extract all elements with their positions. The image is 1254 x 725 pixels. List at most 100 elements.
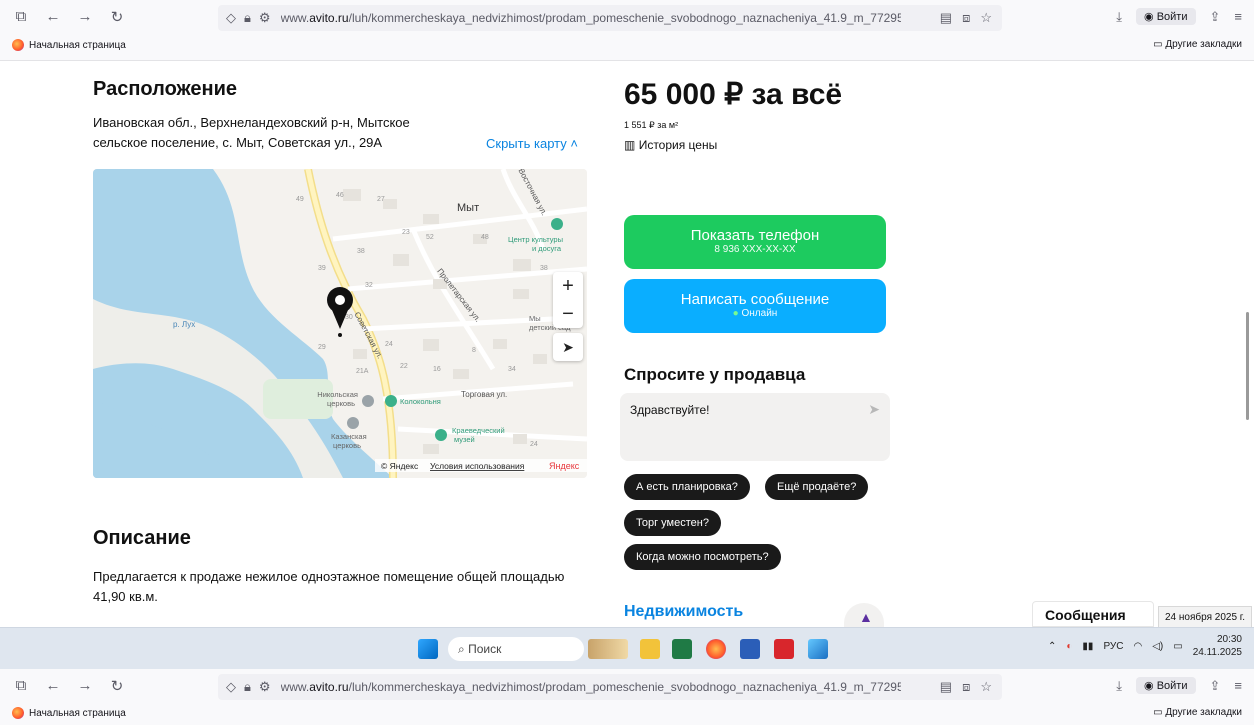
lock-icon[interactable]: 🔒︎ — [244, 679, 251, 695]
tabs-icon[interactable]: ⧉ — [12, 677, 30, 695]
yandex-logo[interactable]: Яндекс — [549, 461, 580, 471]
chevron-up-icon[interactable]: ⌃ — [1048, 641, 1056, 652]
start-icon[interactable] — [418, 639, 438, 659]
tabs-icon[interactable]: ⧉ — [12, 8, 30, 26]
hide-map-link[interactable]: Скрыть карту ˄ — [486, 136, 578, 151]
star-icon[interactable]: ☆ — [980, 10, 992, 26]
message-textarea[interactable]: Здравствуйте! ➤ — [620, 393, 890, 461]
chip-still-selling[interactable]: Ещё продаёте? — [765, 474, 869, 500]
chip-bargain[interactable]: Торг уместен? — [624, 510, 721, 536]
messenger-tab[interactable]: Сообщения — [1032, 601, 1154, 627]
write-message-button[interactable]: Написать сообщение ● Онлайн — [624, 279, 886, 333]
price-history-link[interactable]: ▥ История цены — [624, 138, 717, 152]
lock-icon[interactable]: 🔒︎ — [244, 10, 251, 26]
map-canvas[interactable]: Советская ул. Пролетарская ул. Восточная… — [93, 169, 587, 478]
zoom-in-button[interactable]: + — [553, 272, 583, 300]
poi-bell-label: Колокольня — [400, 397, 441, 406]
explorer-icon[interactable] — [640, 639, 660, 659]
poi-kindergarten-label[interactable]: Мы — [529, 314, 541, 323]
acrobat-icon[interactable] — [774, 639, 794, 659]
signin-button[interactable]: ◉ Войти — [1136, 8, 1196, 25]
house-number: 52 — [426, 234, 434, 241]
forward-icon[interactable]: → — [76, 677, 94, 695]
bookmark-other[interactable]: ▭ Другие закладки — [1153, 39, 1242, 50]
tray-bars-icon[interactable]: ▮▮ — [1082, 641, 1093, 652]
send-icon[interactable]: ➤ — [868, 401, 880, 418]
poi-church2-icon[interactable] — [347, 417, 359, 429]
volume-icon[interactable]: ◁) — [1152, 641, 1163, 652]
url-text[interactable]: www.avito.ru/luh/kommercheskaya_nedvizhi… — [281, 11, 901, 25]
show-phone-button[interactable]: Показать телефон 8 936 XXX-XX-XX — [624, 215, 886, 269]
share-icon[interactable]: ⇪ — [1210, 9, 1221, 25]
app-tray-icon[interactable]: ◐ — [1066, 641, 1072, 652]
house-number: 27 — [377, 196, 385, 203]
widget-icon[interactable] — [588, 639, 628, 659]
reload-icon[interactable]: ↻ — [108, 677, 126, 695]
photos-icon[interactable] — [808, 639, 828, 659]
related-link[interactable]: Недвижимость — [624, 603, 743, 621]
language-indicator[interactable]: РУС — [1103, 641, 1123, 652]
house-number: 30 — [345, 314, 353, 321]
poi-museum-label: Краеведческий — [452, 426, 505, 435]
phone-masked: 8 936 XXX-XX-XX — [714, 244, 796, 255]
page-scrollbar[interactable] — [1246, 312, 1249, 420]
bookmark-home[interactable]: Начальная страница — [12, 39, 126, 51]
wifi-icon[interactable]: ◠ — [1133, 641, 1142, 652]
map-terms-link[interactable]: Условия использования — [430, 461, 525, 471]
zoom-control: + − — [553, 272, 583, 328]
chip-when-view[interactable]: Когда можно посмотреть? — [624, 544, 781, 570]
excel-icon[interactable] — [672, 639, 692, 659]
word-icon[interactable] — [740, 639, 760, 659]
signin-button[interactable]: ◉ Войти — [1136, 677, 1196, 694]
back-icon[interactable]: ← — [44, 677, 62, 695]
browser-toolbar: ⧉ ← → ↻ ◇ 🔒︎ ⚙ www.avito.ru/luh/kommerch… — [0, 0, 1254, 61]
taskbar-search[interactable]: ⌕ Поиск — [448, 637, 584, 661]
taskbar: ⌕ Поиск ⌃ ◐ ▮▮ РУС ◠ ◁) ▭ 20:30 24.11.20… — [0, 627, 1254, 670]
house-number: 38 — [357, 248, 365, 255]
address-bar-2[interactable]: ◇ 🔒︎ ⚙ www.avito.ru/luh/kommercheskaya_n… — [218, 674, 1002, 700]
download-icon[interactable]: ⤓ — [1116, 9, 1122, 25]
forward-icon[interactable]: → — [76, 8, 94, 26]
address-bar[interactable]: ◇ 🔒︎ ⚙ www.avito.ru/luh/kommercheskaya_n… — [218, 5, 1002, 31]
bookmark-home[interactable]: Начальная страница — [12, 707, 126, 719]
download-icon[interactable]: ⤓ — [1116, 678, 1122, 694]
price-per-m2: 1 551 ₽ за м² — [624, 120, 679, 130]
url-text[interactable]: www.avito.ru/luh/kommercheskaya_nedvizhi… — [281, 680, 901, 694]
star-icon[interactable]: ☆ — [980, 679, 992, 695]
write-message-label: Написать сообщение — [680, 291, 830, 308]
geolocate-button[interactable]: ➤ — [553, 333, 583, 361]
poi-church1-icon[interactable] — [362, 395, 374, 407]
reader-icon[interactable]: ▤ — [940, 679, 952, 695]
house-number: 23 — [402, 229, 410, 236]
house-number: 34 — [508, 366, 516, 373]
river-label: р. Лух — [173, 320, 195, 329]
battery-icon[interactable]: ▭ — [1173, 641, 1182, 652]
pip-icon[interactable]: ⧈ — [962, 679, 970, 695]
search-icon: ⌕ — [458, 642, 465, 656]
poi-bell-icon[interactable] — [385, 395, 397, 407]
menu-icon[interactable]: ≡ — [1234, 678, 1242, 693]
shield-icon[interactable]: ◇ — [226, 679, 236, 695]
shield-icon[interactable]: ◇ — [226, 10, 236, 26]
reader-icon[interactable]: ▤ — [940, 10, 952, 26]
poi-culture-label[interactable]: Центр культуры — [508, 235, 563, 244]
share-icon[interactable]: ⇪ — [1210, 678, 1221, 694]
poi-culture-icon[interactable] — [551, 218, 563, 230]
scroll-top-button[interactable]: ▲ — [844, 603, 884, 627]
poi-museum-icon[interactable] — [435, 429, 447, 441]
pip-icon[interactable]: ⧈ — [962, 10, 970, 26]
bookmark-other[interactable]: ▭ Другие закладки — [1153, 707, 1242, 718]
zoom-out-button[interactable]: − — [553, 300, 583, 328]
town-label: Мыт — [457, 202, 479, 214]
address-line-1: Ивановская обл., Верхнеландеховский р-н,… — [93, 115, 410, 130]
back-icon[interactable]: ← — [44, 8, 62, 26]
reload-icon[interactable]: ↻ — [108, 8, 126, 26]
permissions-icon[interactable]: ⚙ — [259, 10, 271, 26]
map[interactable]: Советская ул. Пролетарская ул. Восточная… — [93, 169, 587, 478]
clock[interactable]: 20:30 24.11.2025 — [1193, 633, 1242, 659]
menu-icon[interactable]: ≡ — [1234, 9, 1242, 24]
chip-plan[interactable]: А есть планировка? — [624, 474, 750, 500]
permissions-icon[interactable]: ⚙ — [259, 679, 271, 695]
price: 65 000 ₽ за всё — [624, 78, 843, 111]
firefox-taskbar-icon[interactable] — [706, 639, 726, 659]
